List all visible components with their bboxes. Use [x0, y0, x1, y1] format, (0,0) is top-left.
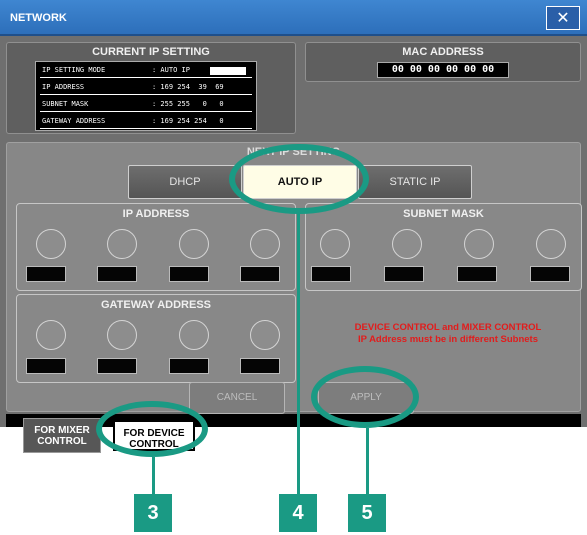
tab-label-line-2: CONTROL [37, 436, 87, 447]
gateway-knob-1[interactable] [36, 320, 66, 350]
callout-ring-3 [96, 401, 208, 457]
ip-setting-mode-row: IP SETTING MODE : AUTO IP [40, 65, 252, 78]
row-indicator [210, 67, 246, 75]
current-ip-setting-panel: CURRENT IP SETTING IP SETTING MODE : AUT… [6, 42, 296, 134]
gateway-octet-field-3[interactable] [169, 358, 209, 374]
callout-ring-4 [229, 144, 369, 214]
mac-address-value: 00 00 00 00 00 00 [377, 62, 509, 78]
subnet-knob-3[interactable] [464, 229, 494, 259]
subnet-octet-field-2[interactable] [384, 266, 424, 282]
mac-address-title: MAC ADDRESS [402, 46, 484, 58]
ip-octet-field-3[interactable] [169, 266, 209, 282]
subnet-octet-field-1[interactable] [311, 266, 351, 282]
row-value: : AUTO IP [152, 66, 190, 74]
callout-badge-3: 3 [134, 494, 172, 532]
row-label: IP SETTING MODE [42, 66, 106, 74]
gateway-knob-3[interactable] [179, 320, 209, 350]
subnet-mask-group: SUBNET MASK [305, 203, 582, 291]
warning-line-2: IP Address must be in different Subnets [357, 334, 538, 345]
subnet-knob-1[interactable] [320, 229, 350, 259]
close-button[interactable]: ✕ [546, 6, 580, 30]
row-label: GATEWAY ADDRESS [42, 117, 106, 125]
subnet-octet-field-3[interactable] [457, 266, 497, 282]
ip-address-group: IP ADDRESS [16, 203, 296, 291]
gateway-address-row: GATEWAY ADDRESS : 169 254 254 0 [40, 116, 252, 129]
static-ip-button[interactable]: STATIC IP [358, 165, 472, 199]
dhcp-button[interactable]: DHCP [128, 165, 242, 199]
tab-label-line-1: FOR MIXER [34, 425, 90, 436]
warning-line-1: DEVICE CONTROL and MIXER CONTROL [354, 322, 542, 333]
callout-ring-5 [311, 366, 419, 428]
subnet-knob-2[interactable] [392, 229, 422, 259]
ip-knob-3[interactable] [179, 229, 209, 259]
ip-knob-1[interactable] [36, 229, 66, 259]
ip-octet-field-4[interactable] [240, 266, 280, 282]
gateway-octet-field-1[interactable] [26, 358, 66, 374]
title-bar: NETWORK ✕ [0, 0, 587, 36]
subnet-mask-row: SUBNET MASK : 255 255 0 0 [40, 99, 252, 112]
gateway-knob-2[interactable] [107, 320, 137, 350]
callout-line-5 [366, 428, 369, 494]
cancel-button[interactable]: CANCEL [189, 382, 285, 414]
gateway-knob-4[interactable] [250, 320, 280, 350]
callout-line-3 [152, 457, 155, 494]
callout-line-4 [297, 214, 300, 494]
gateway-octet-field-2[interactable] [97, 358, 137, 374]
tab-for-mixer-control[interactable]: FOR MIXER CONTROL [23, 418, 101, 453]
ip-octet-field-1[interactable] [26, 266, 66, 282]
gateway-address-group: GATEWAY ADDRESS [16, 294, 296, 383]
ip-knob-2[interactable] [107, 229, 137, 259]
current-ip-setting-title: CURRENT IP SETTING [92, 46, 210, 58]
callout-badge-5: 5 [348, 494, 386, 532]
subnet-warning-message: DEVICE CONTROL and MIXER CONTROL IP Addr… [318, 322, 578, 346]
ip-address-row: IP ADDRESS : 169 254 39 69 [40, 82, 252, 95]
row-value: : 169 254 254 0 [152, 117, 224, 125]
row-label: SUBNET MASK [42, 100, 89, 108]
callout-badge-4: 4 [279, 494, 317, 532]
mac-address-panel: MAC ADDRESS 00 00 00 00 00 00 [305, 42, 581, 82]
current-ip-table: IP SETTING MODE : AUTO IP IP ADDRESS : 1… [35, 61, 257, 131]
gateway-address-group-title: GATEWAY ADDRESS [100, 299, 212, 311]
row-value: : 169 254 39 69 [152, 83, 224, 91]
subnet-knob-4[interactable] [536, 229, 566, 259]
gateway-octet-field-4[interactable] [240, 358, 280, 374]
ip-address-group-title: IP ADDRESS [122, 208, 190, 220]
subnet-mask-group-title: SUBNET MASK [403, 208, 484, 220]
ip-octet-field-2[interactable] [97, 266, 137, 282]
subnet-octet-field-4[interactable] [530, 266, 570, 282]
dialog-title: NETWORK [10, 12, 67, 24]
row-label: IP ADDRESS [42, 83, 85, 91]
close-icon: ✕ [556, 8, 570, 27]
row-value: : 255 255 0 0 [152, 100, 224, 108]
ip-knob-4[interactable] [250, 229, 280, 259]
